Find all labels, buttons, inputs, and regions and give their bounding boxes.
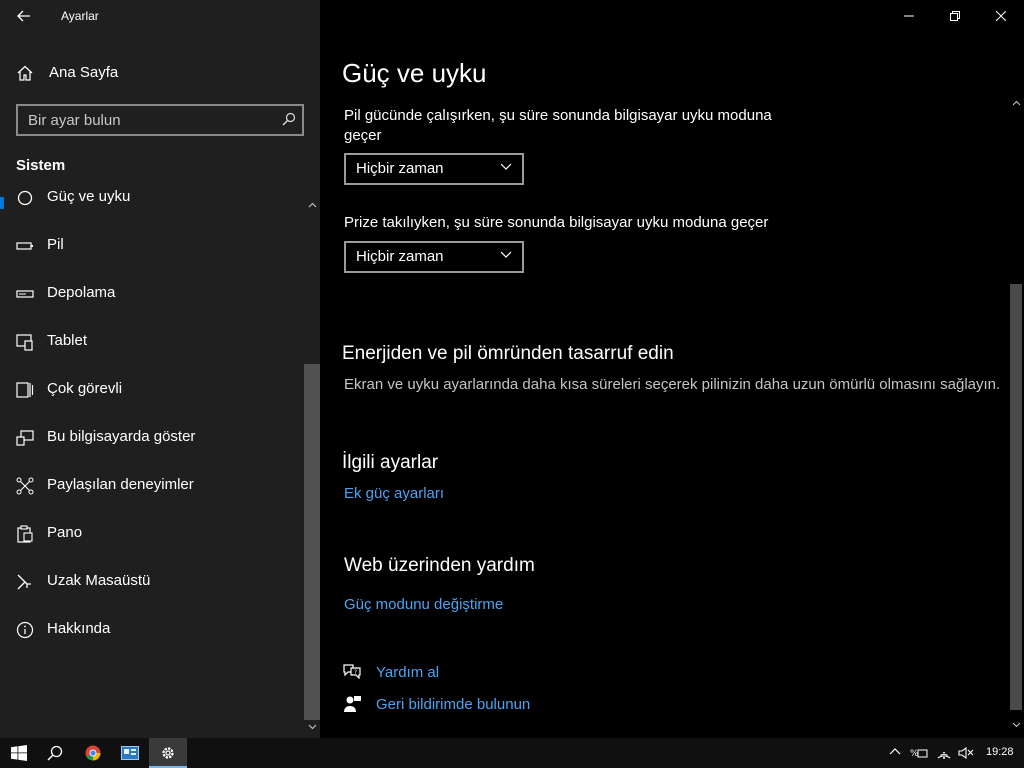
sidebar-item-label: Pil: [47, 236, 64, 253]
search-box[interactable]: [16, 104, 304, 136]
additional-power-settings-link[interactable]: Ek güç ayarları: [344, 485, 444, 502]
restore-icon: [950, 11, 960, 21]
search-taskbar-button[interactable]: [36, 738, 74, 768]
search-icon[interactable]: [282, 112, 296, 126]
get-help-link[interactable]: Yardım al: [376, 664, 439, 681]
sidebar-item-storage[interactable]: Depolama: [0, 273, 304, 313]
feedback-icon: [344, 696, 361, 712]
plugged-sleep-label: Prize takılıyken, şu süre sonunda bilgis…: [344, 214, 769, 231]
settings-taskbar-button[interactable]: [149, 738, 187, 768]
chevron-down-icon: [500, 163, 512, 170]
battery-icon: [16, 242, 33, 250]
sidebar-item-label: Uzak Masaüstü: [47, 572, 151, 589]
clipboard-icon: [17, 525, 33, 543]
back-button[interactable]: [10, 4, 38, 28]
sidebar-item-label: Güç ve uyku: [47, 190, 131, 205]
battery-sleep-dropdown[interactable]: Hiçbir zaman: [344, 153, 524, 185]
sidebar-item-shared-experiences[interactable]: Paylaşılan deneyimler: [0, 465, 304, 505]
sidebar-item-label: Hakkında: [47, 620, 111, 637]
chrome-icon: [85, 745, 101, 761]
battery-sleep-label: Pil gücünde çalışırken, şu süre sonunda …: [344, 107, 772, 144]
dropdown-value: Hiçbir zaman: [356, 160, 444, 177]
volume-muted-icon[interactable]: [958, 746, 974, 760]
sidebar-item-power-sleep[interactable]: Güç ve uyku: [0, 190, 304, 217]
show-hidden-icons-icon[interactable]: [889, 746, 901, 758]
chevron-down-icon: [500, 251, 512, 258]
chevron-up-icon[interactable]: [308, 202, 317, 208]
minimize-icon: [904, 15, 914, 17]
start-button[interactable]: [0, 738, 38, 768]
chevron-down-icon[interactable]: [1012, 722, 1021, 728]
main-scrollbar[interactable]: [1008, 96, 1024, 738]
search-input[interactable]: [18, 106, 278, 134]
storage-icon: [16, 290, 34, 298]
close-button[interactable]: [978, 0, 1024, 32]
sidebar-item-projecting[interactable]: Bu bilgisayarda göster: [0, 417, 304, 457]
sidebar-item-label: Bu bilgisayarda göster: [47, 428, 196, 445]
projecting-icon: [16, 430, 34, 446]
sidebar-item-label: Pano: [47, 524, 83, 541]
network-icon[interactable]: [936, 746, 952, 760]
sidebar-item-label: Tablet: [47, 332, 88, 349]
sidebar-scroll-thumb[interactable]: [304, 364, 320, 720]
svg-text:?: ?: [354, 669, 357, 676]
home-icon: [17, 65, 33, 81]
language-ime-icon[interactable]: %: [910, 746, 928, 760]
power-icon: [17, 190, 33, 206]
sidebar-item-about[interactable]: Hakkında: [0, 609, 304, 649]
app-title: Ayarlar: [61, 9, 99, 23]
shared-experiences-icon: [16, 477, 34, 495]
restore-button[interactable]: [932, 0, 978, 32]
remote-desktop-icon: [17, 574, 31, 590]
change-power-mode-link[interactable]: Güç modunu değiştirme: [344, 596, 503, 613]
save-energy-heading: Enerjiden ve pil ömründen tasarruf edin: [342, 343, 674, 364]
sidebar-item-label: Çok görevli: [47, 380, 123, 397]
sidebar: Ayarlar Ana Sayfa Sistem Güç ve uyku Pil…: [0, 0, 320, 738]
chevron-up-icon[interactable]: [1012, 100, 1021, 106]
sidebar-item-multitasking[interactable]: Çok görevli: [0, 369, 304, 409]
sidebar-scrollbar[interactable]: [304, 196, 320, 738]
search-icon: [47, 745, 63, 761]
page-title: Güç ve uyku: [342, 58, 487, 88]
sidebar-item-remote-desktop[interactable]: Uzak Masaüstü: [0, 561, 304, 601]
sidebar-item-home[interactable]: Ana Sayfa: [0, 58, 304, 88]
feedback-link[interactable]: Geri bildirimde bulunun: [376, 696, 530, 713]
get-help-icon: ?: [343, 664, 361, 679]
info-icon: [16, 621, 34, 639]
dropdown-value: Hiçbir zaman: [356, 248, 444, 265]
sidebar-item-label: Paylaşılan deneyimler: [47, 476, 194, 493]
chrome-taskbar-button[interactable]: [74, 738, 112, 768]
sidebar-item-label: Depolama: [47, 284, 116, 301]
web-help-heading: Web üzerinden yardım: [344, 555, 535, 576]
main-scroll-thumb[interactable]: [1010, 284, 1022, 710]
clock[interactable]: 19:28: [986, 746, 1014, 758]
sidebar-item-battery[interactable]: Pil: [0, 225, 304, 265]
gear-icon: [162, 747, 174, 759]
sidebar-nav: Güç ve uyku Pil Depolama Tablet Çok göre…: [0, 190, 304, 738]
chevron-down-icon[interactable]: [308, 724, 317, 730]
control-panel-taskbar-button[interactable]: [111, 738, 149, 768]
close-icon: [996, 11, 1006, 21]
related-settings-heading: İlgili ayarlar: [342, 452, 439, 473]
multitasking-icon: [16, 382, 34, 398]
taskbar: % 19:28: [0, 738, 1024, 768]
sidebar-item-clipboard[interactable]: Pano: [0, 513, 304, 553]
minimize-button[interactable]: [886, 0, 932, 32]
windows-logo-icon: [11, 745, 27, 761]
tablet-icon: [16, 334, 33, 351]
home-label: Ana Sayfa: [49, 64, 119, 81]
control-panel-icon: [121, 746, 139, 760]
back-arrow-icon: [17, 10, 30, 22]
sidebar-item-tablet[interactable]: Tablet: [0, 321, 304, 361]
save-energy-description: Ekran ve uyku ayarlarında daha kısa süre…: [344, 376, 1001, 393]
section-title: Sistem: [16, 157, 66, 174]
plugged-sleep-dropdown[interactable]: Hiçbir zaman: [344, 241, 524, 273]
